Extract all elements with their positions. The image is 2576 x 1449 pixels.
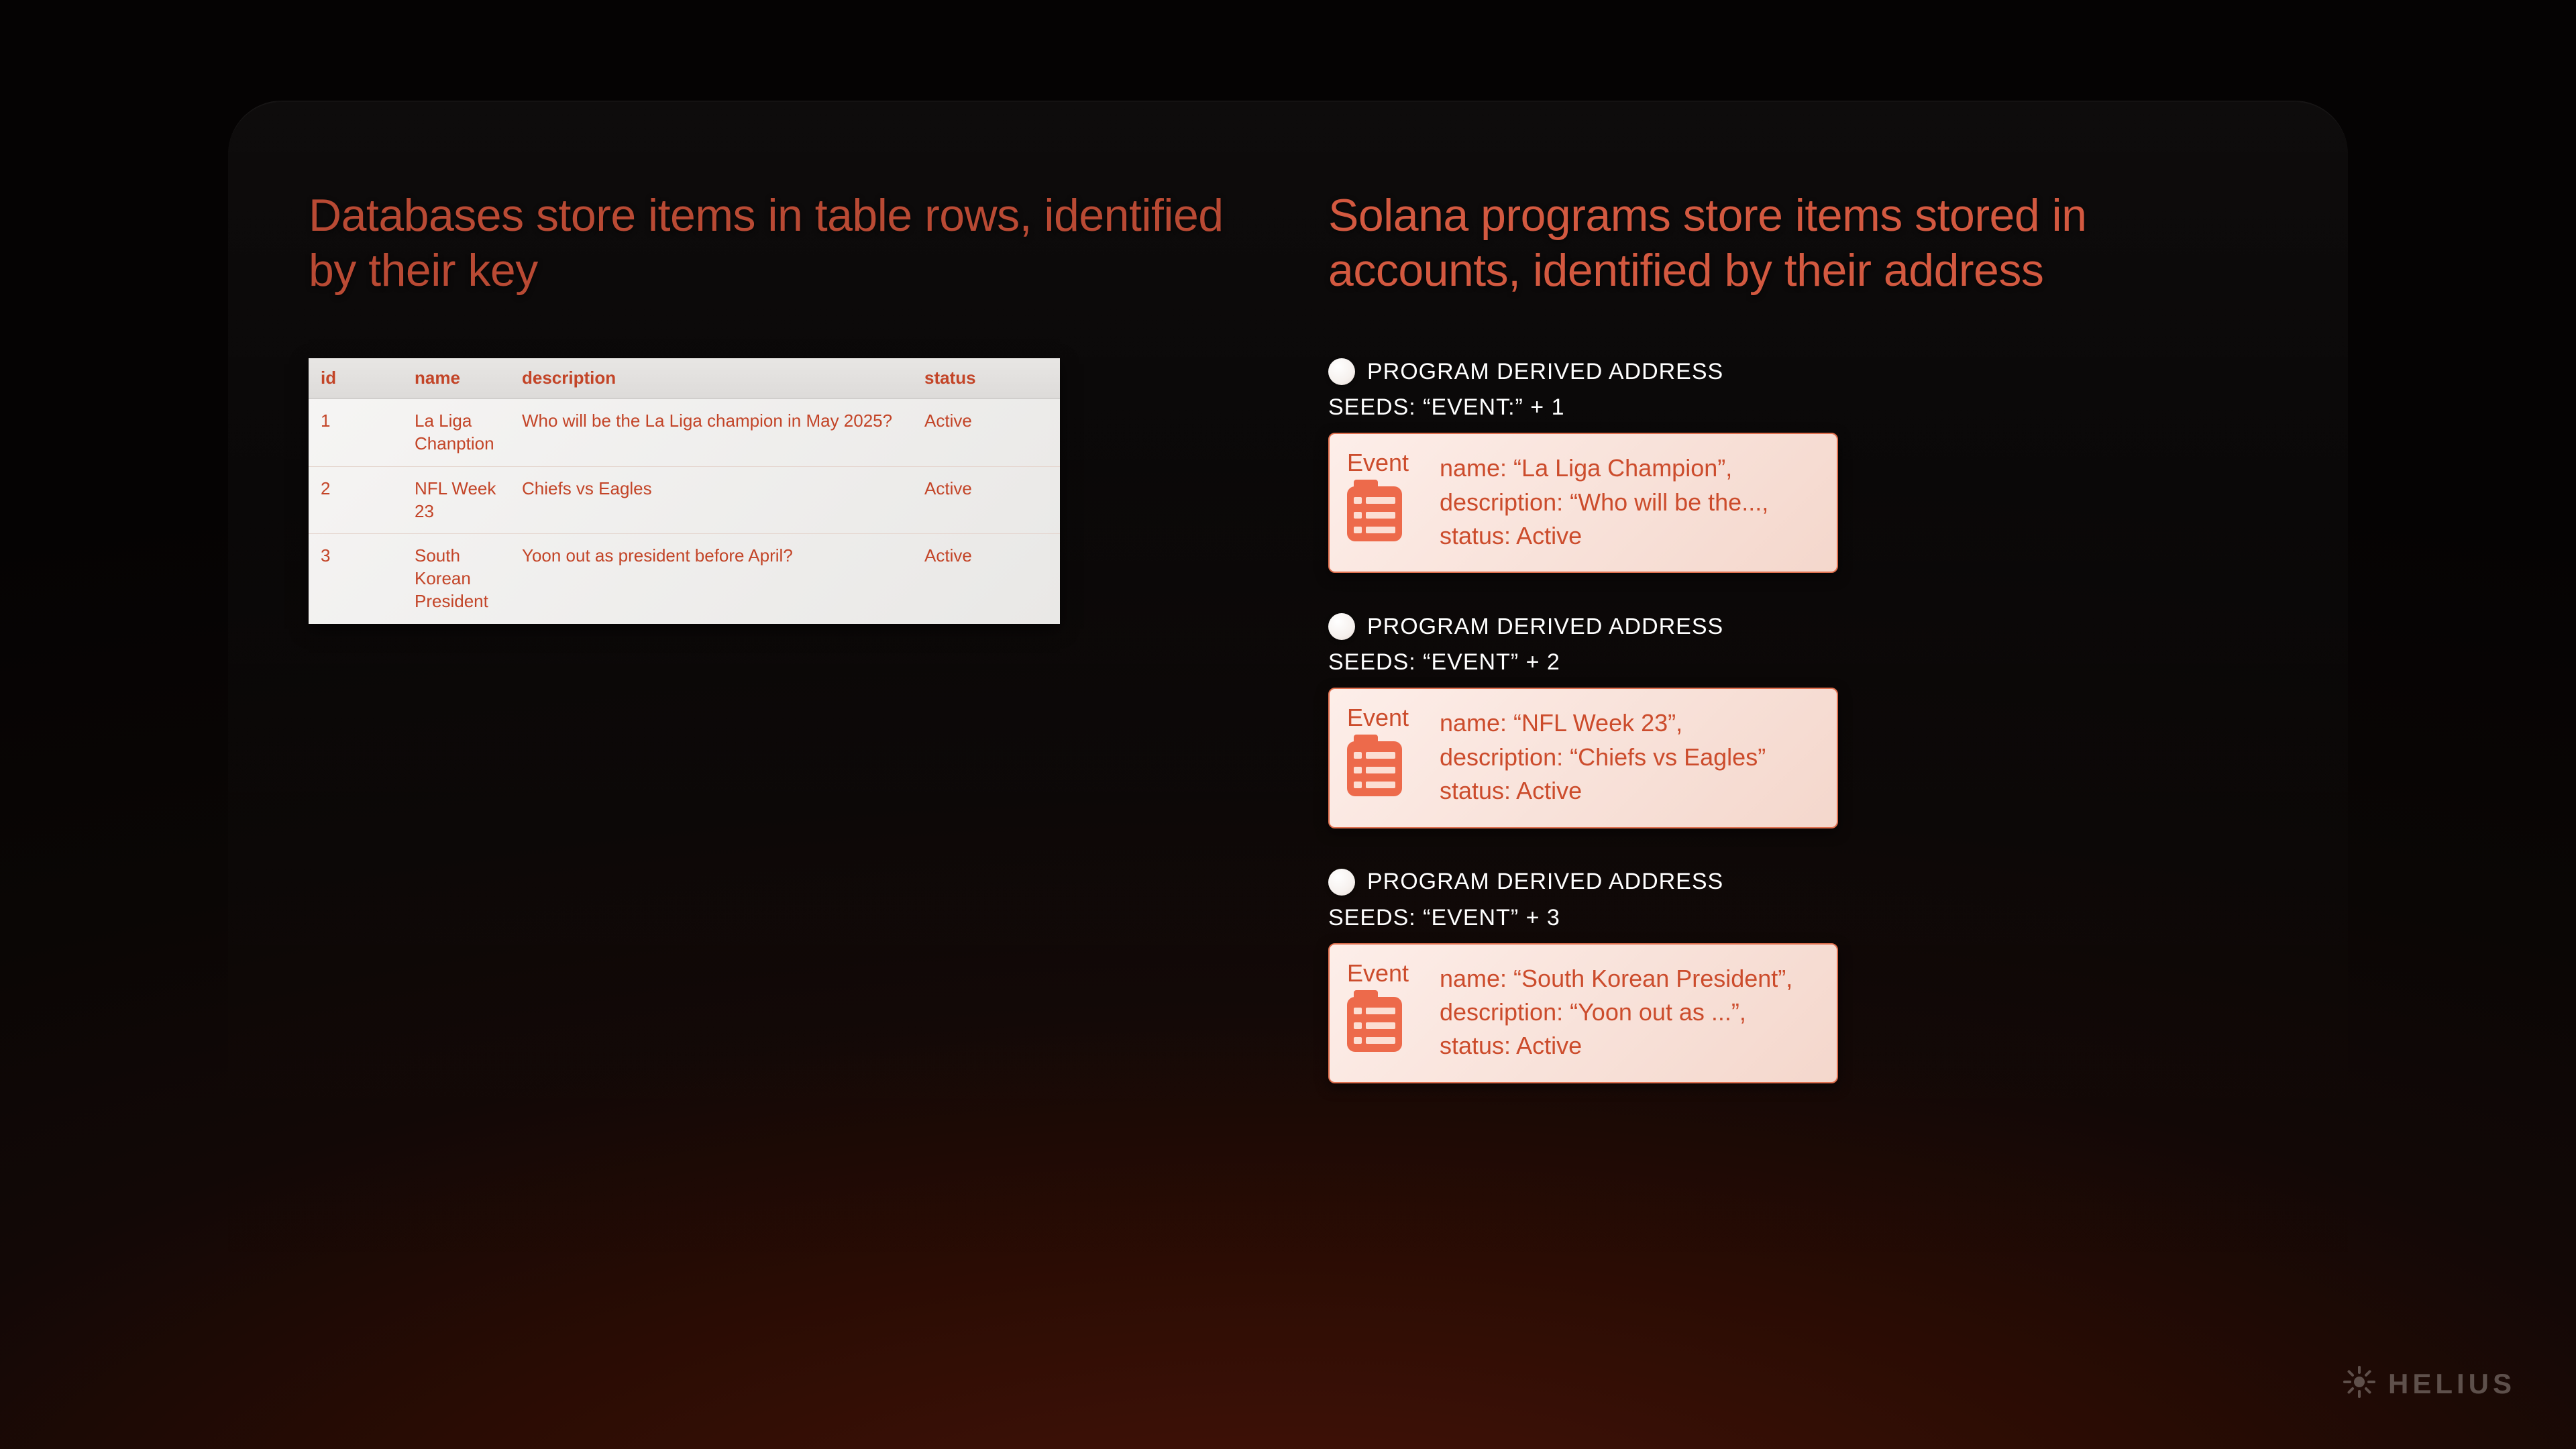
th-id: id [309, 358, 402, 398]
event-card: Event name: “La Liga Champion”, descript… [1328, 433, 1838, 573]
two-column-layout: Databases store items in table rows, ide… [228, 101, 2348, 1124]
td-status: Active [912, 466, 1060, 534]
td-id: 3 [309, 534, 402, 624]
td-status: Active [912, 398, 1060, 466]
pda-seeds: SEEDS: “EVENT:” + 1 [1328, 394, 2267, 421]
pda-title: PROGRAM DERIVED ADDRESS [1367, 614, 1723, 640]
pda-header: PROGRAM DERIVED ADDRESS [1328, 358, 2267, 385]
pda-title: PROGRAM DERIVED ADDRESS [1367, 359, 1723, 385]
table-row: 1 La Liga Chanption Who will be the La L… [309, 398, 1060, 466]
th-description: description [510, 358, 912, 398]
pda-title: PROGRAM DERIVED ADDRESS [1367, 869, 1723, 895]
pda-dot-icon [1328, 358, 1355, 385]
event-card: Event name: “South Korean President”, de… [1328, 943, 1838, 1083]
content-panel: Databases store items in table rows, ide… [228, 101, 2348, 1328]
left-heading: Databases store items in table rows, ide… [309, 189, 1248, 298]
helius-logo-icon [2343, 1365, 2376, 1402]
database-table: id name description status 1 La Liga Cha… [309, 358, 1060, 624]
td-id: 2 [309, 466, 402, 534]
pda-dot-icon [1328, 613, 1355, 640]
event-body: name: “NFL Week 23”, description: “Chief… [1440, 704, 1766, 808]
right-column: Solana programs store items stored in ac… [1328, 189, 2267, 1124]
table-row: 3 South Korean President Yoon out as pre… [309, 534, 1060, 624]
td-description: Chiefs vs Eagles [510, 466, 912, 534]
pda-block: PROGRAM DERIVED ADDRESS SEEDS: “EVENT:” … [1328, 358, 2267, 573]
event-body: name: “La Liga Champion”, description: “… [1440, 449, 1768, 553]
pda-seeds: SEEDS: “EVENT” + 3 [1328, 905, 2267, 931]
th-status: status [912, 358, 1060, 398]
td-description: Who will be the La Liga champion in May … [510, 398, 912, 466]
pda-header: PROGRAM DERIVED ADDRESS [1328, 613, 2267, 640]
brand-logo: HELIUS [2343, 1365, 2516, 1402]
th-name: name [402, 358, 510, 398]
td-name: La Liga Chanption [402, 398, 510, 466]
table-icon [1347, 486, 1402, 541]
table-icon [1347, 997, 1402, 1052]
td-description: Yoon out as president before April? [510, 534, 912, 624]
event-body: name: “South Korean President”, descript… [1440, 959, 1792, 1063]
table-icon [1347, 741, 1402, 796]
right-heading: Solana programs store items stored in ac… [1328, 189, 2267, 298]
td-name: South Korean President [402, 534, 510, 624]
td-status: Active [912, 534, 1060, 624]
pda-block: PROGRAM DERIVED ADDRESS SEEDS: “EVENT” +… [1328, 869, 2267, 1083]
table-header-row: id name description status [309, 358, 1060, 398]
table-row: 2 NFL Week 23 Chiefs vs Eagles Active [309, 466, 1060, 534]
left-column: Databases store items in table rows, ide… [309, 189, 1248, 1124]
event-label: Event [1347, 959, 1421, 987]
td-name: NFL Week 23 [402, 466, 510, 534]
pda-seeds: SEEDS: “EVENT” + 2 [1328, 649, 2267, 676]
event-card: Event name: “NFL Week 23”, description: … [1328, 688, 1838, 828]
pda-dot-icon [1328, 869, 1355, 896]
event-label: Event [1347, 704, 1421, 732]
brand-name: HELIUS [2388, 1368, 2516, 1400]
event-label: Event [1347, 449, 1421, 477]
pda-header: PROGRAM DERIVED ADDRESS [1328, 869, 2267, 896]
pda-block: PROGRAM DERIVED ADDRESS SEEDS: “EVENT” +… [1328, 613, 2267, 828]
td-id: 1 [309, 398, 402, 466]
